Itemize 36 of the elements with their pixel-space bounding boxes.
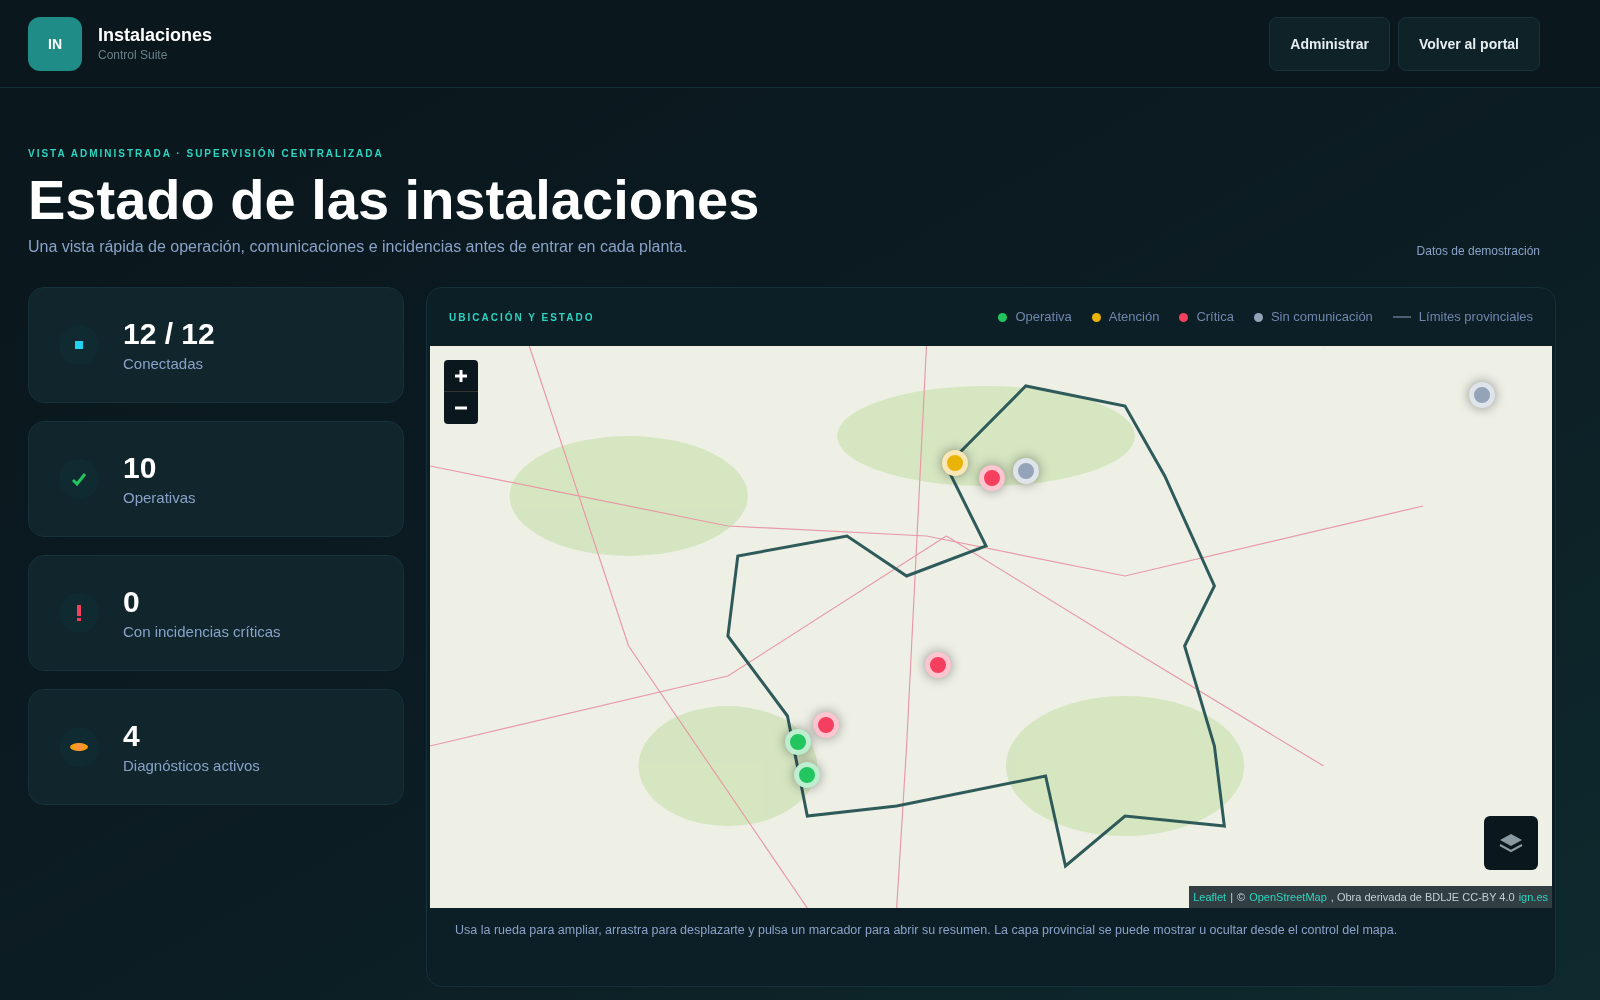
legend-label: Operativa <box>1015 308 1072 327</box>
stat-value: 0 <box>123 584 141 620</box>
attribution-link[interactable]: OpenStreetMap <box>1249 888 1327 906</box>
legend-label: Sin comunicación <box>1270 308 1373 327</box>
attribution-link[interactable]: ign.es <box>1518 888 1548 906</box>
stat-value: 4 <box>123 718 141 754</box>
app-logo: IN <box>28 16 82 71</box>
legend-line <box>1392 316 1411 318</box>
attribution-separator: | <box>1230 889 1234 905</box>
legend-label: Atención <box>1108 308 1160 327</box>
stat-label: Diagnósticos activos <box>123 755 260 776</box>
page-subtitle: Una vista rápida de operación, comunicaciones e incidencias antes de entrar en cada planta. <box>28 237 688 257</box>
stat-value: 10 <box>123 450 158 486</box>
page-title: Estado de las instalaciones <box>28 167 761 233</box>
plus-icon <box>453 367 469 384</box>
layers-button[interactable] <box>1484 816 1538 870</box>
attribution-text: © <box>1237 889 1246 905</box>
app-title: Instalaciones <box>98 24 213 47</box>
stat-label: Con incidencias críticas <box>123 621 281 642</box>
attribution-text: , Obra derivada de BDLJE CC-BY 4.0 <box>1330 889 1515 905</box>
check-icon <box>71 471 87 487</box>
app-subtitle: Control Suite <box>98 46 169 63</box>
map-help-text: Usa la rueda para ampliar, arrastra para desplazarte y pulsa un marcador para abrir su resumen. La capa provincial se puede mostrar u ocultar desde el control del mapa. <box>454 922 1399 939</box>
stat-label: Operativas <box>123 487 196 508</box>
header-button[interactable]: Administrar <box>1269 16 1390 71</box>
layers-icon <box>1498 832 1524 854</box>
attribution-link[interactable]: Leaflet <box>1193 888 1227 906</box>
exclamation-icon <box>76 605 82 621</box>
panel-heading: UBICACIÓN Y ESTADO <box>449 310 595 325</box>
demo-data-note: Datos de demostración <box>1416 243 1540 259</box>
header-button[interactable]: Volver al portal <box>1397 16 1540 71</box>
stat-label: Conectadas <box>123 353 205 374</box>
legend-label: Límites provinciales <box>1418 308 1533 327</box>
stat-value: 12 / 12 <box>123 316 215 352</box>
legend-label: Crítica <box>1196 308 1234 327</box>
eyebrow-label: VISTA ADMINISTRADA · SUPERVISIÓN CENTRALIZADA <box>28 146 385 161</box>
